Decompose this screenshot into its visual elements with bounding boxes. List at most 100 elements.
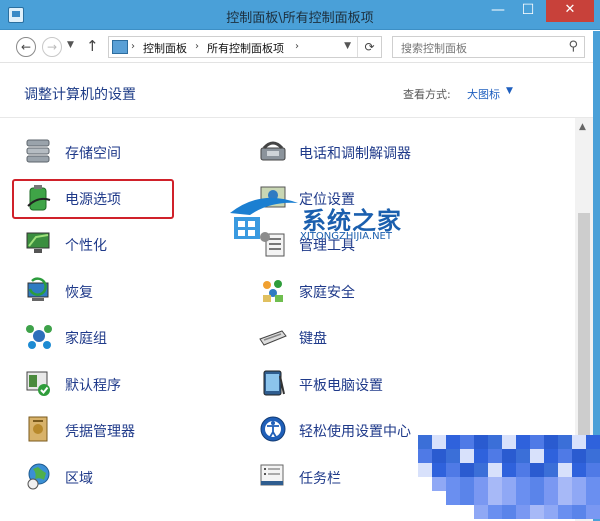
- highlight-box: [12, 179, 174, 219]
- mosaic-tile: [558, 449, 572, 463]
- forward-button[interactable]: →: [42, 37, 62, 57]
- item-family-safety[interactable]: 家庭安全: [258, 273, 458, 313]
- item-keyboard[interactable]: 键盘: [258, 319, 458, 359]
- mosaic-tile: [432, 477, 446, 491]
- credential-manager-icon: [28, 416, 48, 442]
- mosaic-tile: [558, 463, 572, 477]
- watermark-url: XITONGZHIJIA.NET: [300, 231, 392, 242]
- item-credential-manager[interactable]: 凭据管理器: [24, 412, 224, 452]
- control-panel-icon: [112, 40, 128, 54]
- mosaic-tile: [572, 477, 586, 491]
- mosaic-tile: [460, 477, 474, 491]
- mosaic-tile: [432, 449, 446, 463]
- breadcrumb-control-panel[interactable]: 控制面板: [143, 40, 187, 56]
- breadcrumb-all-items[interactable]: 所有控制面板项: [207, 40, 284, 56]
- mosaic-tile: [544, 491, 558, 505]
- page-title: 调整计算机的设置: [24, 87, 136, 103]
- mosaic-tile: [544, 449, 558, 463]
- mosaic-tile: [530, 491, 544, 505]
- mosaic-tile: [572, 435, 586, 449]
- item-default-programs[interactable]: 默认程序: [24, 366, 224, 406]
- item-tablet-pc-settings[interactable]: 平板电脑设置: [258, 366, 458, 406]
- region-globe-icon: [27, 463, 50, 490]
- mosaic-tile: [530, 463, 544, 477]
- mosaic-tile: [530, 449, 544, 463]
- mosaic-tile: [572, 449, 586, 463]
- mosaic-tile: [558, 505, 572, 519]
- mosaic-tile: [502, 463, 516, 477]
- default-programs-icon: [26, 371, 50, 396]
- view-by-dropdown[interactable]: 大图标: [467, 86, 500, 102]
- mosaic-tile: [488, 463, 502, 477]
- mosaic-tile: [572, 463, 586, 477]
- mosaic-tile: [418, 435, 432, 449]
- item-label: 存储空间: [65, 146, 121, 162]
- maximize-button[interactable]: ☐: [514, 0, 542, 22]
- mosaic-tile: [460, 491, 474, 505]
- minimize-button[interactable]: —: [484, 0, 512, 22]
- mosaic-tile: [572, 491, 586, 505]
- watermark-logo-icon: [230, 197, 298, 239]
- mosaic-tile: [474, 463, 488, 477]
- recovery-icon: [27, 277, 49, 301]
- item-label: 凭据管理器: [65, 424, 135, 440]
- search-icon[interactable]: ⚲: [568, 39, 578, 54]
- mosaic-tile: [572, 505, 586, 519]
- page-header: 调整计算机的设置 查看方式: 大图标 ▼: [0, 64, 600, 118]
- mosaic-tile: [516, 477, 530, 491]
- close-button[interactable]: ✕: [546, 0, 594, 22]
- item-recovery[interactable]: 恢复: [24, 273, 224, 313]
- item-homegroup[interactable]: 家庭组: [24, 319, 224, 359]
- tablet-icon: [263, 370, 285, 396]
- view-by-label: 查看方式:: [403, 88, 451, 101]
- item-storage-spaces[interactable]: 存储空间: [24, 134, 224, 174]
- mosaic-tile: [502, 449, 516, 463]
- mosaic-tile: [488, 505, 502, 519]
- item-personalization[interactable]: 个性化: [24, 226, 224, 266]
- watermark: 系统之家 XITONGZHIJIA.NET: [220, 185, 430, 255]
- mosaic-tile: [418, 449, 432, 463]
- mosaic-tile: [502, 477, 516, 491]
- mosaic-tile: [516, 435, 530, 449]
- mosaic-tile: [488, 491, 502, 505]
- breadcrumb-separator[interactable]: ›: [131, 41, 135, 52]
- mosaic-tile: [558, 491, 572, 505]
- back-button[interactable]: ←: [16, 37, 36, 57]
- mosaic-tile: [418, 463, 432, 477]
- item-label: 家庭安全: [299, 285, 355, 301]
- search-box[interactable]: ⚲: [392, 36, 585, 58]
- address-row: ← → ▼ ↑ › 控制面板 › 所有控制面板项 › ▼ ⟳ ⚲: [0, 31, 600, 63]
- taskbar-icon: [260, 464, 284, 486]
- scrollbar-thumb[interactable]: [578, 213, 590, 461]
- mosaic-tile: [474, 491, 488, 505]
- breadcrumb-separator[interactable]: ›: [195, 41, 199, 52]
- search-input[interactable]: [401, 39, 561, 58]
- mosaic-tile: [516, 449, 530, 463]
- ease-of-access-icon: [260, 416, 286, 442]
- mosaic-tile: [474, 477, 488, 491]
- address-dropdown-icon[interactable]: ▼: [344, 41, 351, 51]
- item-phone-and-modem[interactable]: 电话和调制解调器: [258, 134, 458, 174]
- item-label: 任务栏: [299, 471, 341, 487]
- family-safety-icon: [263, 280, 283, 302]
- title-bar: 控制面板\所有控制面板项 — ☐ ✕: [0, 0, 600, 30]
- chevron-down-icon[interactable]: ▼: [506, 86, 513, 96]
- item-region[interactable]: 区域: [24, 459, 224, 499]
- address-bar[interactable]: › 控制面板 › 所有控制面板项 › ▼ ⟳: [108, 36, 382, 58]
- mosaic-tile: [558, 435, 572, 449]
- breadcrumb-separator[interactable]: ›: [295, 41, 299, 52]
- mosaic-tile: [502, 491, 516, 505]
- mosaic-tile: [474, 449, 488, 463]
- mosaic-tile: [446, 491, 460, 505]
- mosaic-tile: [544, 463, 558, 477]
- mosaic-tile: [586, 477, 600, 491]
- mosaic-tile: [446, 449, 460, 463]
- scroll-up-icon[interactable]: ▲: [579, 122, 586, 132]
- mosaic-tile: [474, 505, 488, 519]
- mosaic-tile: [488, 477, 502, 491]
- refresh-button[interactable]: ⟳: [357, 37, 381, 57]
- up-button[interactable]: ↑: [86, 37, 99, 55]
- mosaic-tile: [586, 435, 600, 449]
- mosaic-tile: [474, 435, 488, 449]
- recent-locations-dropdown[interactable]: ▼: [67, 40, 74, 50]
